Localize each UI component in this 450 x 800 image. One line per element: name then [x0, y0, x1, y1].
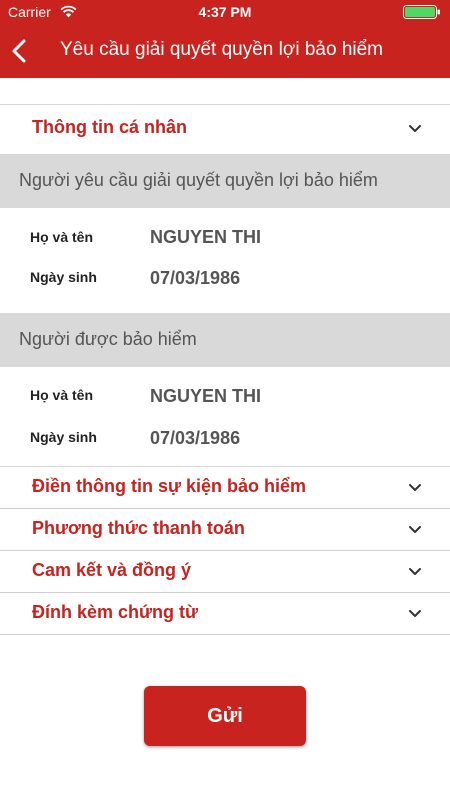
requester-dob-value: 07/03/1986	[150, 268, 241, 288]
section-attachments[interactable]: Đính kèm chứng từ	[0, 593, 450, 635]
section-label: Thông tin cá nhân	[32, 117, 187, 137]
section-event-info[interactable]: Điền thông tin sự kiện bảo hiểm	[0, 467, 450, 509]
requester-name-label: Họ và tên	[30, 229, 94, 245]
section-personal-info[interactable]: Thông tin cá nhân	[0, 105, 450, 153]
section-label: Điền thông tin sự kiện bảo hiểm	[32, 476, 307, 496]
insured-dob-value: 07/03/1986	[150, 428, 241, 448]
insured-name-value: NGUYEN THI	[150, 386, 262, 406]
section-label: Cam kết và đồng ý	[32, 560, 192, 580]
insured-group-header: Người được bảo hiểm	[0, 313, 450, 367]
insured-name-label: Họ và tên	[30, 387, 94, 403]
chevron-down-icon	[409, 610, 421, 617]
section-label: Đính kèm chứng từ	[32, 602, 199, 622]
section-label: Phương thức thanh toán	[32, 518, 245, 538]
chevron-down-icon	[409, 526, 421, 533]
chevron-down-icon	[409, 125, 421, 132]
status-bar: Carrier 4:37 PM	[0, 0, 450, 24]
status-time: 4:37 PM	[198, 4, 252, 20]
requester-dob-label: Ngày sinh	[30, 269, 97, 285]
chevron-down-icon	[409, 484, 421, 491]
requester-header-label: Người yêu cầu giải quyết quyền lợi bảo h…	[19, 170, 378, 190]
requester-group-header: Người yêu cầu giải quyết quyền lợi bảo h…	[0, 154, 450, 208]
requester-name-value: NGUYEN THI	[150, 227, 262, 247]
battery-icon	[403, 5, 440, 19]
app-header: Carrier 4:37 PM Yêu cầu giải quyết quyền…	[0, 0, 450, 78]
back-arrow-icon[interactable]	[10, 38, 28, 64]
insured-header-label: Người được bảo hiểm	[19, 329, 197, 349]
chevron-down-icon	[409, 568, 421, 575]
submit-button[interactable]: Gửi	[144, 686, 306, 746]
insured-dob-label: Ngày sinh	[30, 429, 97, 445]
page-title: Yêu cầu giải quyết quyền lợi bảo hiểm	[60, 39, 383, 60]
section-commitment[interactable]: Cam kết và đồng ý	[0, 551, 450, 593]
section-payment-method[interactable]: Phương thức thanh toán	[0, 509, 450, 551]
